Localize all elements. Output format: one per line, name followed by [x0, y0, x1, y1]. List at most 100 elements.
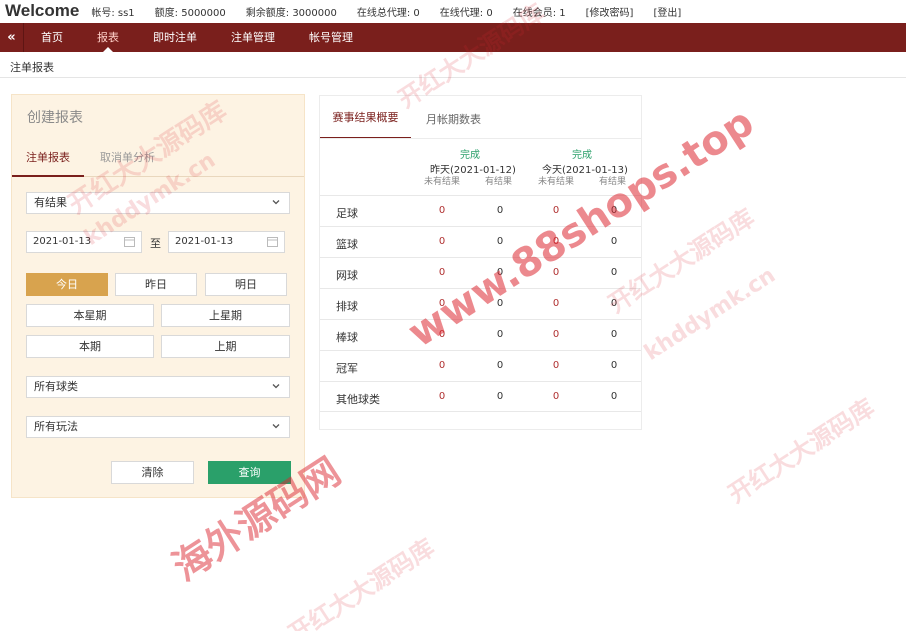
sport-name: 棒球 — [336, 331, 358, 344]
value-cell: 0 — [552, 267, 560, 278]
nav-item-reports[interactable]: 报表 — [80, 23, 136, 52]
calendar-icon — [267, 237, 278, 247]
status-complete: 完成 — [460, 150, 480, 161]
chevron-down-icon — [272, 200, 280, 205]
value-cell: 0 — [438, 267, 446, 278]
result-select-value: 有结果 — [34, 196, 67, 209]
tabs-divider — [320, 138, 641, 139]
value-cell: 0 — [496, 236, 504, 247]
value-cell: 0 — [610, 298, 618, 309]
change-password-link[interactable]: [修改密码] — [586, 4, 634, 19]
sport-select[interactable]: 所有球类 — [26, 376, 290, 398]
report-tabs: 注单报表 取消单分析 — [12, 149, 304, 177]
breadcrumb: 注单报表 — [10, 61, 54, 74]
nav-item-bet-management[interactable]: 注单管理 — [214, 23, 292, 52]
date-from-value: 2021-01-13 — [33, 236, 92, 247]
calendar-icon — [124, 237, 135, 247]
tab-results-summary[interactable]: 赛事结果概要 — [320, 109, 411, 139]
col-header-settled: 有结果 — [599, 177, 627, 187]
chevron-down-icon — [272, 384, 280, 389]
sport-name: 网球 — [336, 269, 358, 282]
create-report-panel: 创建报表 注单报表 取消单分析 有结果 2021-01-13 至 2021-01… — [11, 94, 305, 498]
sport-name: 排球 — [336, 300, 358, 313]
query-button[interactable]: 查询 — [208, 461, 291, 484]
online-members: 在线会员: 1 — [512, 7, 566, 19]
date-to-input[interactable]: 2021-01-13 — [168, 231, 285, 253]
watermark-brand: 开红大大源码库 — [723, 393, 880, 509]
nav-item-live-bets[interactable]: 即时注单 — [136, 23, 214, 52]
value-cell: 0 — [552, 205, 560, 216]
yesterday-button[interactable]: 昨日 — [115, 273, 197, 296]
value-cell: 0 — [610, 360, 618, 371]
value-cell: 0 — [610, 267, 618, 278]
last-week-button[interactable]: 上星期 — [161, 304, 290, 327]
today-button[interactable]: 今日 — [26, 273, 108, 296]
date-from-input[interactable]: 2021-01-13 — [26, 231, 142, 253]
table-row: 棒球 0 0 0 0 — [320, 319, 641, 350]
sport-name: 足球 — [336, 207, 358, 220]
table-row: 篮球 0 0 0 0 — [320, 226, 641, 257]
sport-name: 冠军 — [336, 362, 358, 375]
chevron-down-icon — [272, 424, 280, 429]
online-agents: 在线代理: 0 — [439, 7, 493, 19]
table-row: 足球 0 0 0 0 — [320, 195, 641, 226]
value-cell: 0 — [496, 391, 504, 402]
value-cell: 0 — [610, 329, 618, 340]
account-info: 帐号: ss1 — [91, 7, 135, 19]
value-cell: 0 — [552, 298, 560, 309]
value-cell: 0 — [496, 205, 504, 216]
value-cell: 0 — [438, 360, 446, 371]
tab-bet-report[interactable]: 注单报表 — [12, 149, 84, 177]
play-type-select-value: 所有玩法 — [34, 420, 78, 433]
clear-button[interactable]: 清除 — [111, 461, 194, 484]
nav-item-home[interactable]: 首页 — [24, 23, 80, 52]
result-select[interactable]: 有结果 — [26, 192, 290, 214]
collapse-menu-icon[interactable]: « — [0, 23, 24, 52]
table-row: 网球 0 0 0 0 — [320, 257, 641, 288]
remaining-credit-info: 剩余额度: 3000000 — [245, 7, 337, 19]
value-cell: 0 — [552, 236, 560, 247]
online-total-agents: 在线总代理: 0 — [356, 7, 420, 19]
credit-info: 额度: 5000000 — [154, 7, 226, 19]
this-period-button[interactable]: 本期 — [26, 335, 154, 358]
table-row: 冠军 0 0 0 0 — [320, 350, 641, 381]
summary-tabs: 赛事结果概要 月帐期数表 — [320, 96, 641, 139]
value-cell: 0 — [496, 360, 504, 371]
this-week-button[interactable]: 本星期 — [26, 304, 154, 327]
value-cell: 0 — [438, 298, 446, 309]
value-cell: 0 — [552, 391, 560, 402]
welcome-title: Welcome — [5, 1, 80, 20]
value-cell: 0 — [496, 298, 504, 309]
status-complete: 完成 — [572, 150, 592, 161]
sport-name: 篮球 — [336, 238, 358, 251]
date-range-separator: 至 — [150, 237, 161, 250]
value-cell: 0 — [610, 205, 618, 216]
sport-select-value: 所有球类 — [34, 380, 78, 393]
nav-item-account-management[interactable]: 帐号管理 — [292, 23, 370, 52]
value-cell: 0 — [610, 391, 618, 402]
value-cell: 0 — [610, 236, 618, 247]
value-cell: 0 — [552, 329, 560, 340]
results-summary-panel: 赛事结果概要 月帐期数表 完成 昨天(2021-01-12) 未有结果 有结果 … — [319, 95, 642, 430]
value-cell: 0 — [496, 267, 504, 278]
logout-link[interactable]: [登出] — [653, 4, 681, 19]
day-today-header: 完成 今天(2021-01-13) — [542, 146, 628, 176]
value-cell: 0 — [438, 236, 446, 247]
play-type-select[interactable]: 所有玩法 — [26, 416, 290, 438]
watermark-domain: khddymk.cn — [640, 262, 781, 366]
value-cell: 0 — [552, 360, 560, 371]
breadcrumb-divider — [0, 77, 906, 78]
col-header-settled: 有结果 — [485, 177, 513, 187]
watermark-brand: 开红大大源码库 — [283, 533, 440, 631]
main-nav: « 首页 报表 即时注单 注单管理 帐号管理 — [0, 23, 906, 52]
table-row: 其他球类 0 0 0 0 — [320, 381, 641, 412]
tab-monthly-periods[interactable]: 月帐期数表 — [426, 111, 481, 127]
panel-title: 创建报表 — [27, 110, 83, 126]
last-period-button[interactable]: 上期 — [161, 335, 290, 358]
table-row: 排球 0 0 0 0 — [320, 288, 641, 319]
tomorrow-button[interactable]: 明日 — [205, 273, 287, 296]
day-yesterday-header: 完成 昨天(2021-01-12) — [430, 146, 516, 176]
sport-name: 其他球类 — [336, 393, 380, 406]
top-info-bar: Welcome 帐号: ss1 额度: 5000000 剩余额度: 300000… — [0, 0, 906, 22]
tab-cancel-analysis[interactable]: 取消单分析 — [100, 149, 155, 177]
